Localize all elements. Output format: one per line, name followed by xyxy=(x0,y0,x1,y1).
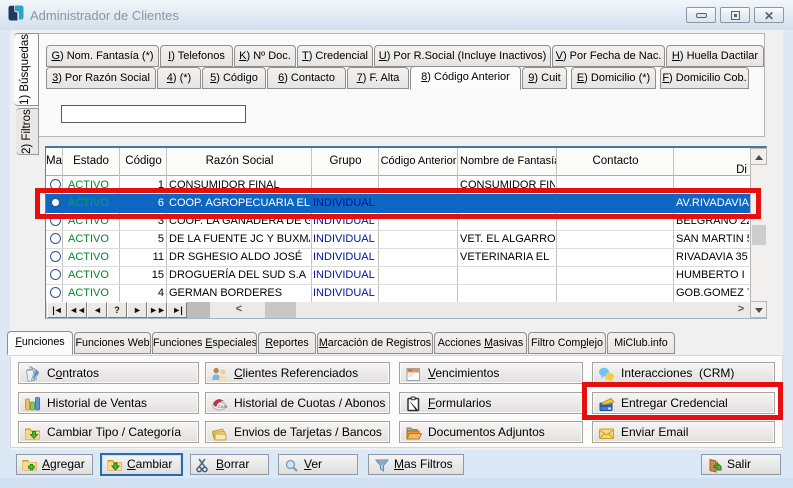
svg-text:CASH: CASH xyxy=(218,404,228,409)
